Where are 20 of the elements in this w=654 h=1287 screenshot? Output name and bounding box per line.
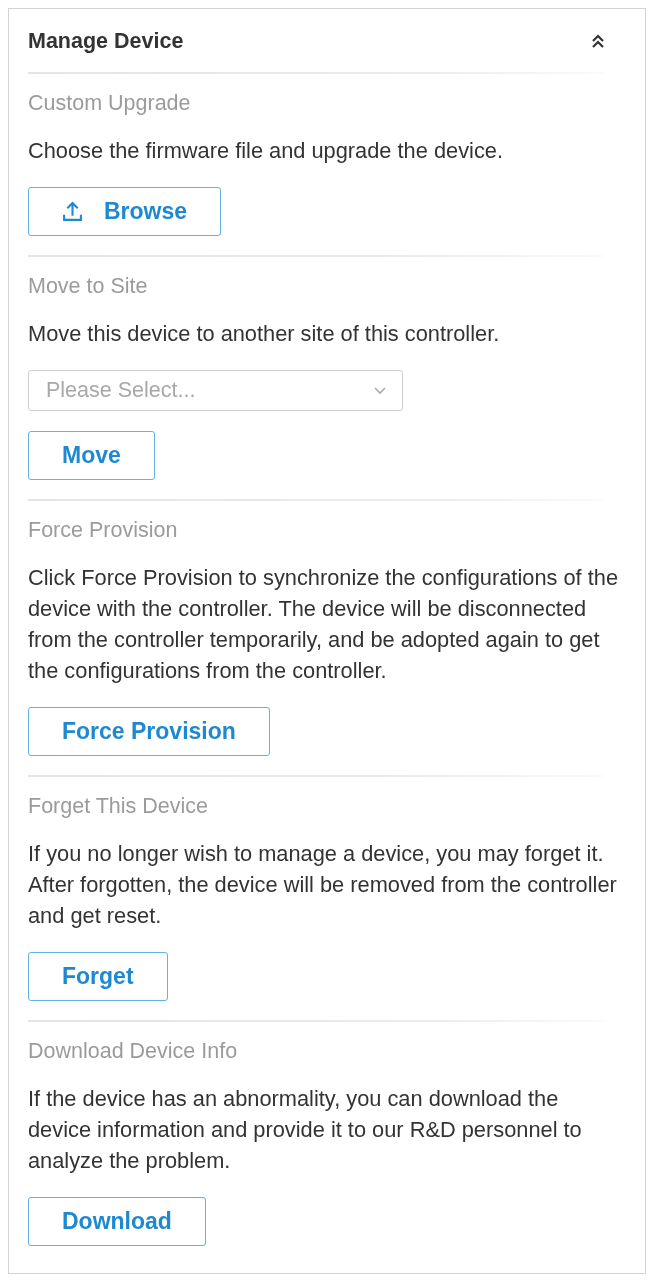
- section-title: Download Device Info: [28, 1038, 238, 1064]
- move-button[interactable]: Move: [28, 431, 155, 480]
- section-description: If the device has an abnormality, you can download the device information and provide it to our R&D personnel to analyze the problem.: [28, 1085, 583, 1175]
- section-title: Force Provision: [28, 517, 178, 543]
- section-title: Move to Site: [28, 273, 148, 299]
- section-description: If you no longer wish to manage a device, you may forget it. After forgotten, the device will be removed from the controller and get reset.: [28, 840, 618, 930]
- upload-icon: [62, 201, 83, 222]
- section-title: Custom Upgrade: [28, 90, 191, 116]
- caret-icon: [374, 386, 386, 395]
- action-button[interactable]: Download: [28, 1197, 206, 1246]
- browse-button[interactable]: Browse: [28, 187, 222, 236]
- section-description: Move this device to another site of this controller.: [28, 320, 501, 348]
- panel-title: Manage Device: [28, 28, 184, 54]
- section-description: Choose the firmware file and upgrade the device.: [28, 137, 504, 165]
- section-description: Click Force Provision to synchronize the configurations of the device with the controller. The device will be disconnected from the controller temporarily, and be adopted again to get the configurations from the controller.: [28, 564, 619, 685]
- section-title: Forget This Device: [28, 793, 209, 819]
- action-button[interactable]: Force Provision: [28, 707, 270, 756]
- action-button[interactable]: Forget: [28, 952, 168, 1001]
- collapse-icon[interactable]: [590, 33, 606, 49]
- site-select-field[interactable]: Please Select...: [28, 370, 403, 411]
